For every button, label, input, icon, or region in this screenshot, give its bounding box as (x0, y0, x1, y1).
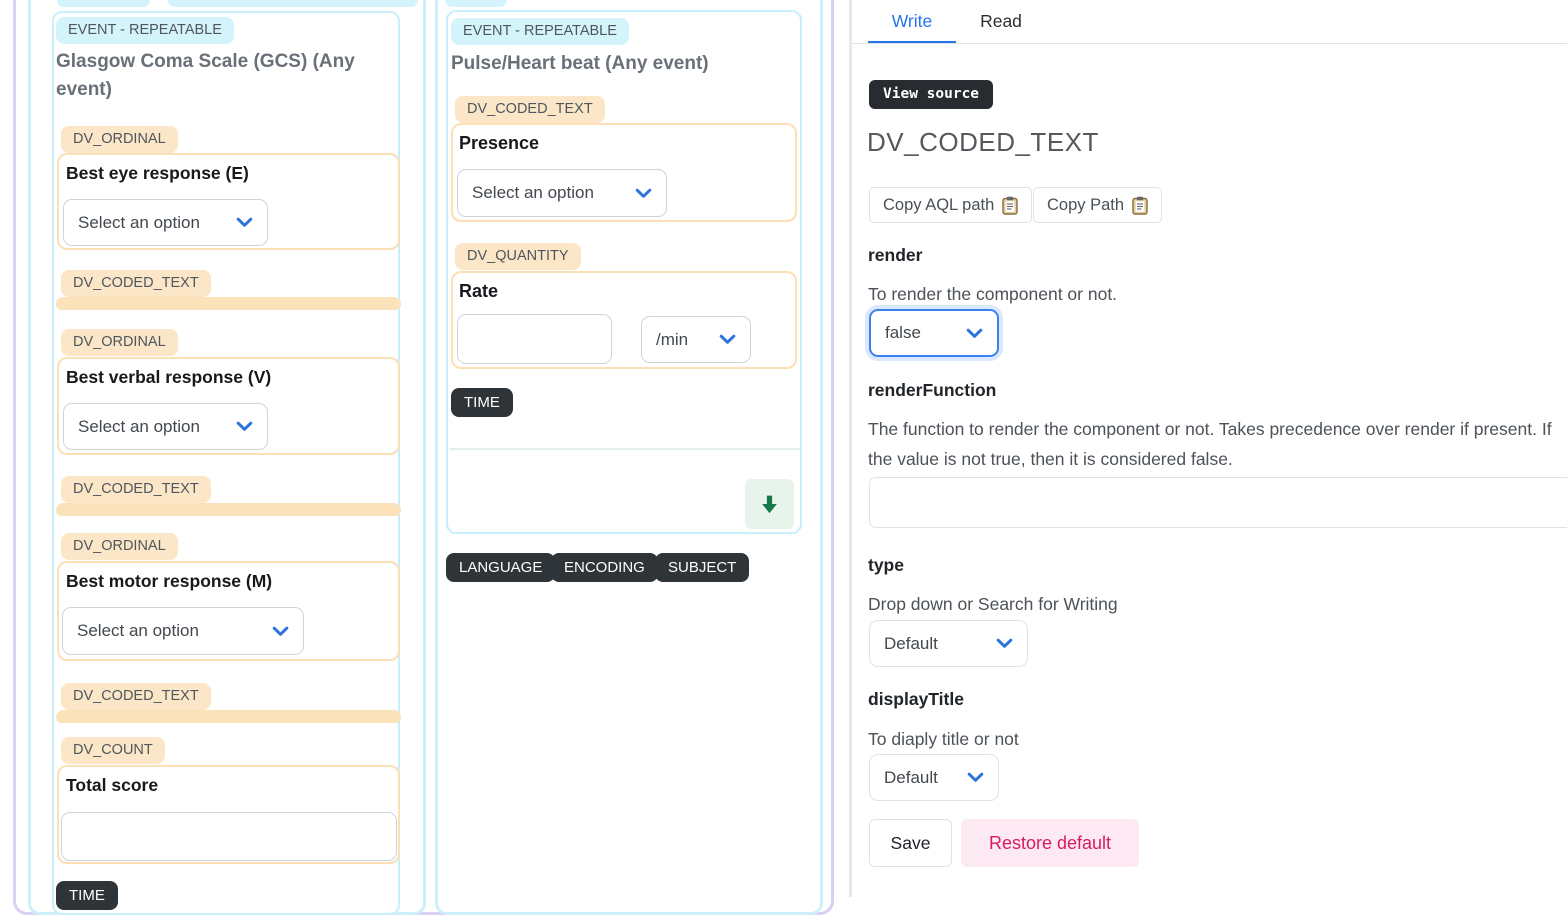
render-function-input[interactable] (869, 477, 1567, 528)
field-label: Presence (459, 133, 539, 154)
cut-badge-fragment (57, 0, 150, 7)
prop-type-description: Drop down or Search for Writing (868, 594, 1118, 615)
field-label: Rate (459, 281, 498, 302)
prop-displaytitle-name: displayTitle (868, 689, 964, 710)
collapsed-field-bar (56, 503, 401, 516)
type-select[interactable]: Default (869, 620, 1028, 667)
field-label: Best verbal response (V) (66, 367, 271, 388)
select-value: false (885, 323, 921, 343)
prop-renderfunction-description-line1: The function to render the component or … (868, 419, 1552, 440)
time-badge[interactable]: TIME (56, 881, 118, 910)
select-value: Select an option (472, 183, 594, 203)
rate-unit-select[interactable]: /min (641, 316, 751, 363)
dv-type-badge[interactable]: DV_CODED_TEXT (61, 476, 211, 503)
select-value: /min (656, 330, 688, 350)
chevron-down-icon (996, 638, 1013, 649)
event-repeatable-badge[interactable]: EVENT - REPEATABLE (56, 17, 234, 44)
select-value: Select an option (78, 417, 200, 437)
tab-read[interactable]: Read (962, 11, 1040, 32)
prop-displaytitle-description: To diaply title or not (868, 729, 1019, 750)
view-source-button[interactable]: View source (869, 80, 993, 109)
chevron-down-icon (635, 188, 652, 199)
dv-type-badge[interactable]: DV_ORDINAL (61, 533, 178, 560)
field-label: Total score (66, 775, 158, 796)
subject-badge[interactable]: SUBJECT (655, 553, 749, 582)
dv-type-badge[interactable]: DV_CODED_TEXT (61, 683, 211, 710)
select-value: Select an option (77, 621, 199, 641)
chevron-down-icon (236, 421, 253, 432)
copy-aql-path-label: Copy AQL path (883, 196, 994, 215)
dv-type-badge[interactable]: DV_CODED_TEXT (61, 270, 211, 297)
chevron-down-icon (236, 217, 253, 228)
dv-type-badge[interactable]: DV_ORDINAL (61, 126, 178, 153)
chevron-down-icon (719, 334, 736, 345)
best-eye-response-select[interactable]: Select an option (63, 199, 268, 246)
restore-default-button[interactable]: Restore default (961, 819, 1139, 867)
language-badge[interactable]: LANGUAGE (446, 553, 555, 582)
chevron-down-icon (272, 626, 289, 637)
prop-renderfunction-description-line2: the value is not true, then it is consid… (868, 449, 1233, 470)
dv-type-badge[interactable]: DV_COUNT (61, 737, 165, 764)
settings-heading: DV_CODED_TEXT (867, 127, 1099, 158)
presence-select[interactable]: Select an option (457, 169, 667, 217)
panel-divider (849, 0, 852, 897)
chevron-down-icon (967, 772, 984, 783)
prop-render-name: render (868, 245, 922, 266)
save-button[interactable]: Save (869, 819, 952, 867)
clipboard-icon (1132, 196, 1148, 215)
time-badge[interactable]: TIME (451, 388, 513, 417)
tab-write[interactable]: Write (868, 11, 956, 32)
copy-path-label: Copy Path (1047, 196, 1124, 215)
clipboard-icon (1002, 196, 1018, 215)
add-event-button[interactable] (745, 479, 794, 529)
chevron-down-icon (966, 328, 983, 339)
display-title-select[interactable]: Default (869, 754, 999, 801)
collapsed-field-bar (56, 710, 401, 723)
encoding-badge[interactable]: ENCODING (551, 553, 658, 582)
tabs-separator (852, 43, 1567, 44)
card-divider (449, 448, 800, 450)
pulse-panel-title: Pulse/Heart beat (Any event) (451, 50, 791, 78)
cut-badge-fragment (168, 0, 418, 7)
best-motor-response-select[interactable]: Select an option (62, 607, 304, 655)
prop-render-description: To render the component or not. (868, 284, 1117, 305)
rate-input[interactable] (457, 314, 612, 364)
event-repeatable-badge[interactable]: EVENT - REPEATABLE (451, 18, 629, 45)
select-value: Default (884, 634, 938, 654)
field-label: Best motor response (M) (66, 571, 272, 592)
select-value: Default (884, 768, 938, 788)
total-score-input[interactable] (61, 812, 397, 861)
gcs-panel-title: Glasgow Coma Scale (GCS) (Any event) (56, 48, 370, 104)
dv-type-badge[interactable]: DV_ORDINAL (61, 329, 178, 356)
prop-renderfunction-name: renderFunction (868, 380, 996, 401)
cut-badge-fragment (445, 0, 507, 7)
collapsed-field-bar (56, 297, 401, 310)
dv-type-badge[interactable]: DV_QUANTITY (455, 243, 581, 270)
field-label: Best eye response (E) (66, 163, 249, 184)
select-value: Select an option (78, 213, 200, 233)
render-select[interactable]: false (869, 309, 999, 357)
copy-aql-path-button[interactable]: Copy AQL path (869, 187, 1032, 223)
copy-path-button[interactable]: Copy Path (1033, 187, 1162, 223)
green-down-arrow-icon (759, 494, 780, 515)
dv-type-badge[interactable]: DV_CODED_TEXT (455, 96, 605, 123)
best-verbal-response-select[interactable]: Select an option (63, 403, 268, 450)
prop-type-name: type (868, 555, 904, 576)
